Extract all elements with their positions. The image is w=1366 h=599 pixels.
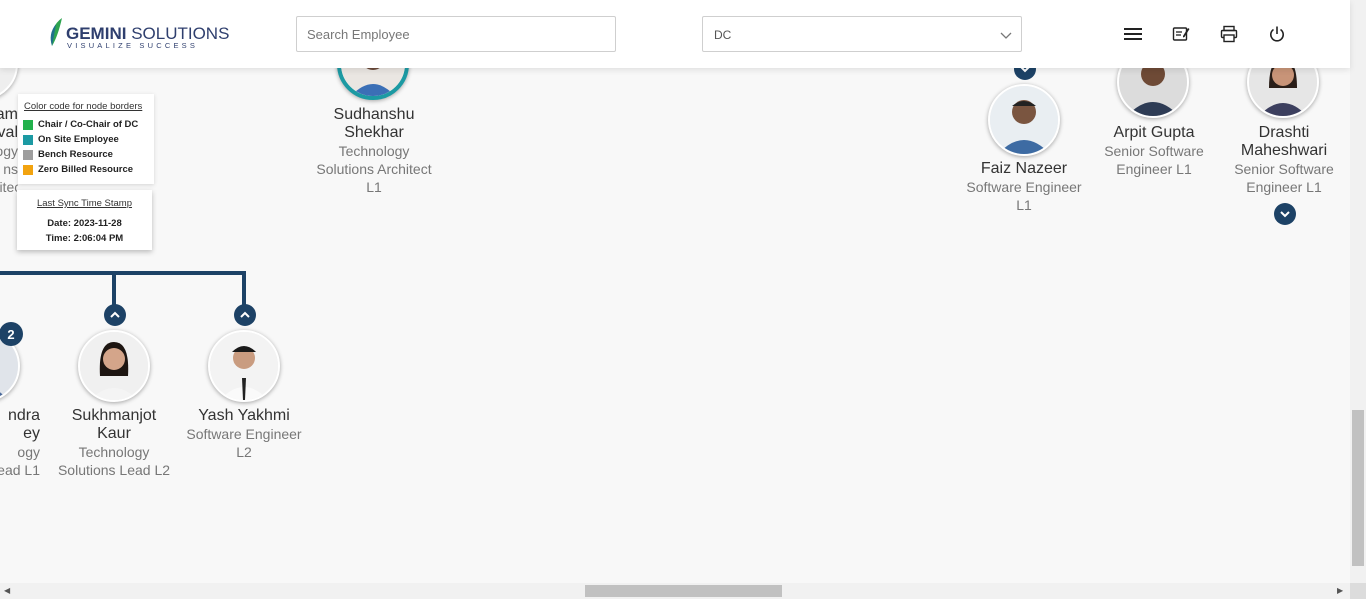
node-designation: ead L1 [0, 462, 40, 478]
node-designation: ns [3, 161, 18, 177]
node-designation: rchitect [0, 179, 18, 195]
sync-time: Time: 2:06:04 PM [45, 233, 124, 244]
node-yash-yakhmi[interactable]: Yash Yakhmi Software Engineer L2 [182, 407, 306, 461]
node-designation: Senior Software [1104, 143, 1204, 159]
node-designation: Solutions Architect [316, 161, 432, 177]
node-name: Sudhanshu [333, 106, 415, 123]
node-designation: Engineer L1 [1246, 179, 1322, 195]
legend-title: Color code for node borders [24, 101, 143, 112]
node-designation: ogy [17, 444, 40, 460]
node-arpit-gupta[interactable]: Arpit Gupta Senior Software Engineer L1 [1092, 124, 1216, 178]
node-name: Sukhmanjot [71, 407, 157, 424]
top-header: GEMINI SOLUTIONS VISUALIZE SUCCESS DC [0, 0, 1350, 68]
count-badge[interactable]: 2 [0, 322, 23, 346]
sync-title: Last Sync Time Stamp [36, 198, 133, 209]
node-name: val [0, 124, 18, 141]
node-name: ey [23, 425, 40, 442]
node-designation: L1 [1016, 197, 1032, 213]
node-partial-top-left: am val ogy ns rchitect [0, 106, 18, 196]
edit-notes-icon[interactable] [1171, 24, 1191, 44]
legend-label: On Site Employee [38, 134, 119, 145]
node-name: Maheshwari [1240, 142, 1328, 159]
search-employee-input[interactable] [296, 16, 616, 52]
node-sukhmanjot-kaur[interactable]: Sukhmanjot Kaur Technology Solutions Lea… [52, 407, 176, 479]
node-name: ndra [7, 407, 40, 424]
connector-line [112, 271, 116, 307]
node-designation: Technology [78, 444, 150, 460]
last-sync-box: Last Sync Time Stamp Date: 2023-11-28 Ti… [17, 190, 152, 250]
legend-label: Zero Billed Resource [38, 164, 134, 175]
expand-toggle-icon[interactable] [1274, 203, 1296, 225]
node-name: Drashti [1258, 124, 1310, 141]
chevron-down-icon [1000, 32, 1012, 39]
legend-label: Bench Resource [38, 149, 113, 160]
node-drashti-maheshwari[interactable]: Drashti Maheshwari Senior Software Engin… [1222, 124, 1346, 196]
scroll-left-icon[interactable]: ◀ [4, 586, 10, 595]
node-designation: Technology [338, 143, 410, 159]
connector-line [0, 271, 246, 275]
sync-date: Date: 2023-11-28 [47, 218, 122, 229]
node-sudhanshu-shekhar[interactable]: Sudhanshu Shekhar Technology Solutions A… [312, 106, 436, 196]
menu-icon[interactable] [1123, 24, 1143, 44]
legend-item: On Site Employee [23, 134, 119, 145]
legend-swatch [23, 119, 33, 130]
node-faiz-nazeer[interactable]: Faiz Nazeer Software Engineer L1 [962, 160, 1086, 214]
scroll-right-icon[interactable]: ▶ [1337, 586, 1343, 595]
dc-select-value: DC [714, 28, 732, 42]
scrollbar-corner [1350, 583, 1366, 599]
node-designation: Senior Software [1234, 161, 1334, 177]
node-name: Kaur [97, 425, 131, 442]
power-icon[interactable] [1267, 24, 1287, 44]
vertical-scrollbar[interactable] [1350, 0, 1366, 583]
vertical-scroll-thumb[interactable] [1352, 410, 1364, 566]
node-partial-bottom-left: ndra ey ogy ead L1 [0, 407, 40, 479]
node-designation: Engineer L1 [1116, 161, 1192, 177]
node-name: Shekhar [344, 124, 404, 141]
legend-item: Chair / Co-Chair of DC [23, 119, 138, 130]
legend-swatch [23, 134, 33, 145]
gemini-solutions-logo[interactable]: GEMINI SOLUTIONS VISUALIZE SUCCESS [48, 18, 229, 50]
legend-swatch [23, 149, 33, 160]
node-designation: ogy [0, 143, 18, 159]
color-legend: Color code for node borders Chair / Co-C… [18, 94, 154, 184]
node-designation: L2 [236, 444, 252, 460]
legend-item: Bench Resource [23, 149, 113, 160]
legend-item: Zero Billed Resource [23, 164, 133, 175]
legend-swatch [23, 164, 33, 175]
person-photo [210, 332, 278, 400]
collapse-toggle-icon[interactable] [104, 304, 126, 326]
node-designation: Solutions Lead L2 [57, 462, 171, 478]
person-photo [990, 86, 1058, 154]
logo-tagline: VISUALIZE SUCCESS [67, 41, 199, 50]
node-designation: L1 [366, 179, 382, 195]
node-name: Arpit Gupta [1113, 124, 1195, 141]
node-designation: Software Engineer [966, 179, 1082, 195]
print-icon[interactable] [1219, 24, 1239, 44]
leaf-logo-icon [50, 18, 62, 46]
avatar[interactable] [208, 330, 280, 402]
collapse-toggle-icon[interactable] [234, 304, 256, 326]
person-photo [80, 332, 148, 400]
org-chart-canvas[interactable]: am val ogy ns rchitect Sudhanshu Shekhar… [0, 0, 1350, 583]
horizontal-scrollbar[interactable]: ◀ ▶ [0, 583, 1350, 599]
avatar[interactable] [988, 84, 1060, 156]
avatar[interactable] [78, 330, 150, 402]
node-name: am [0, 106, 18, 123]
node-name: Faiz Nazeer [980, 160, 1068, 177]
horizontal-scroll-thumb[interactable] [585, 585, 782, 597]
node-designation: Software Engineer [186, 426, 302, 442]
dc-select[interactable]: DC [702, 16, 1022, 52]
connector-line [242, 271, 246, 307]
legend-label: Chair / Co-Chair of DC [38, 119, 139, 130]
node-name: Yash Yakhmi [198, 407, 290, 424]
